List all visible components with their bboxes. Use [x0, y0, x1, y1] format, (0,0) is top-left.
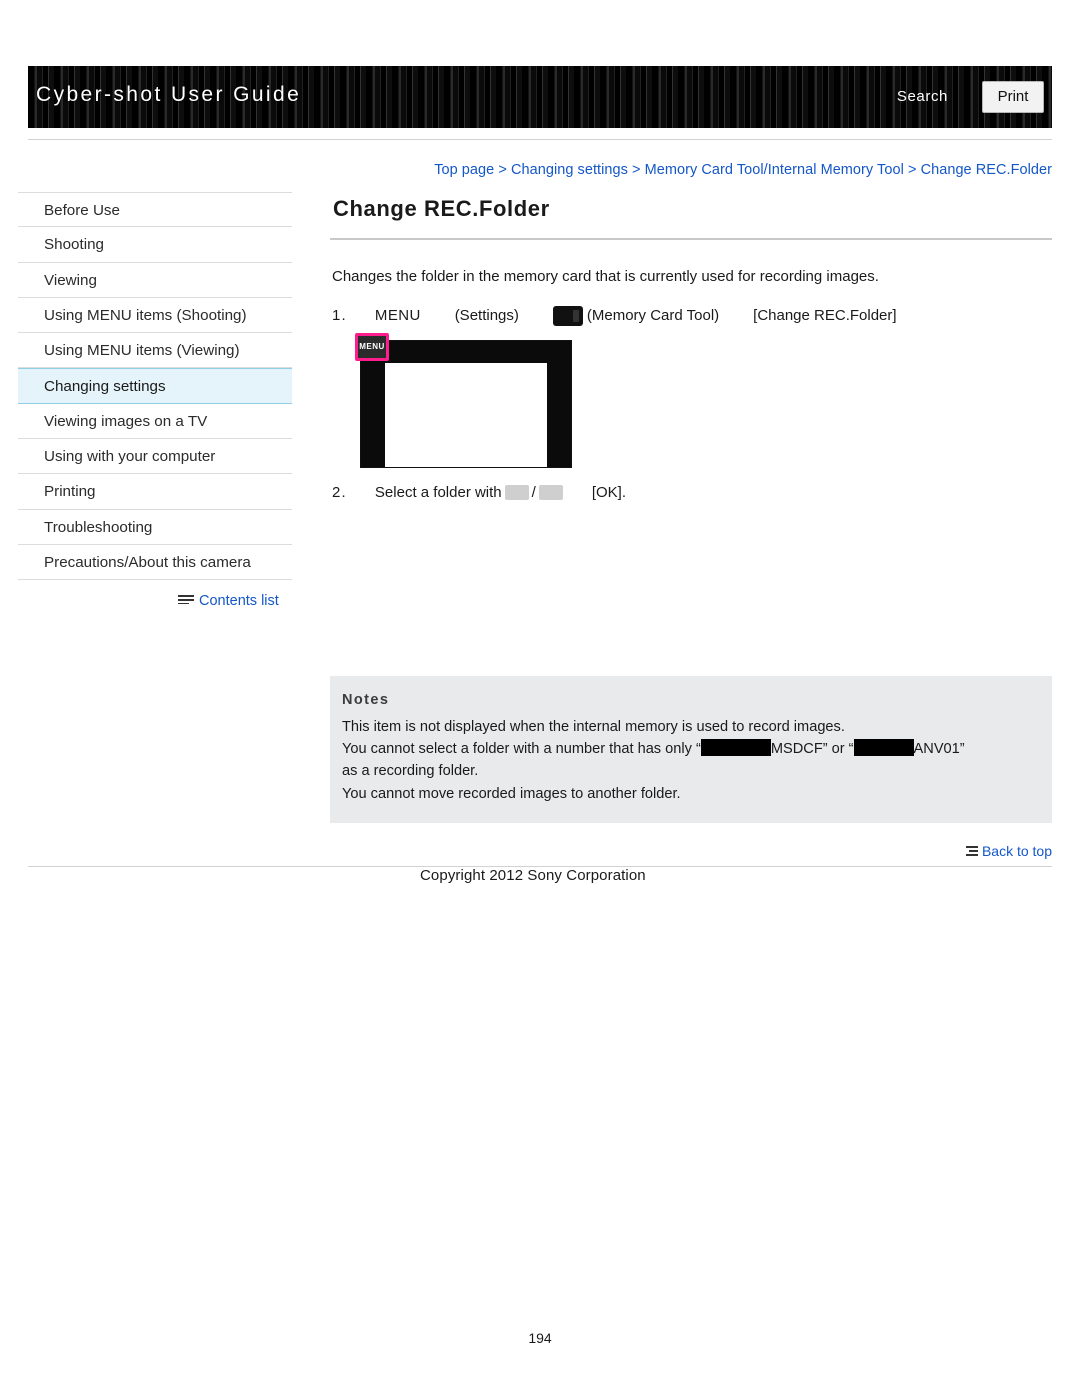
sidebar-item-using-with-your-computer[interactable]: Using with your computer [18, 439, 292, 475]
copyright-text: Copyright 2012 Sony Corporation [420, 867, 646, 884]
sidebar-item-printing[interactable]: Printing [18, 474, 292, 510]
step-2-number: 2. [332, 483, 347, 501]
breadcrumb-separator: > [632, 162, 641, 178]
header-divider [28, 139, 1052, 140]
sidebar-item-before-use[interactable]: Before Use [18, 192, 292, 228]
breadcrumb-separator: > [907, 162, 917, 178]
screen-right-band [547, 340, 571, 467]
step-1-settings-label: (Settings) [454, 307, 519, 325]
screen-top-band [385, 340, 547, 363]
step-1: 1. MENU (Settings) (Memory Card Tool) [C… [330, 305, 1052, 326]
left-button-icon [504, 484, 529, 500]
step-2-separator: / [531, 483, 536, 501]
notes-line-redacted: You cannot select a folder with a number… [330, 738, 1052, 760]
step-2: 2. Select a folder with / [OK]. [330, 484, 1052, 501]
notes-redacted-prefix: You cannot select a folder with a number… [342, 741, 701, 758]
step-2-text-before: Select a folder with [374, 483, 502, 501]
intro-paragraph: Changes the folder in the memory card th… [332, 268, 879, 285]
breadcrumb: Top page > Changing settings > Memory Ca… [330, 162, 1052, 178]
app-title: Cyber-shot User Guide [36, 83, 302, 106]
page-title: Change REC.Folder [333, 196, 550, 221]
list-icon [178, 595, 194, 604]
sidebar-item-troubleshooting[interactable]: Troubleshooting [18, 510, 292, 545]
notes-box: Notes This item is not displayed when th… [330, 676, 1052, 823]
title-divider [330, 238, 1052, 240]
back-to-top-label: Back to top [981, 843, 1052, 859]
page-number: 194 [528, 1330, 552, 1346]
notes-redacted-suffix: ANV01” [913, 741, 965, 758]
notes-line-3: You cannot move recorded images to anoth… [342, 785, 681, 802]
back-to-top-link[interactable]: Back to top [965, 843, 1052, 859]
back-to-top-icon [965, 846, 978, 856]
camera-screen-illustration: MENU [355, 332, 572, 468]
app-header: Cyber-shot User Guide Search Print [28, 66, 1052, 128]
notes-line-1: This item is not displayed when the inte… [342, 719, 845, 735]
sidebar-nav: Before Use Shooting Viewing Using MENU i… [18, 192, 292, 581]
main-content: Change REC.Folder Changes the folder in … [330, 196, 1052, 501]
sidebar-item-viewing-images-on-a-tv[interactable]: Viewing images on a TV [18, 404, 292, 440]
step-1-memory-card-tool-label: (Memory Card Tool) [586, 307, 720, 325]
breadcrumb-item-change-rec-folder[interactable]: Change REC.Folder [921, 162, 1052, 178]
step-1-target-label: [Change REC.Folder] [753, 307, 897, 325]
sidebar-item-using-menu-items-shooting[interactable]: Using MENU items (Shooting) [18, 298, 292, 334]
notes-line-2: as a recording folder. [342, 763, 479, 780]
print-button[interactable]: Print [982, 81, 1044, 113]
sidebar-item-shooting[interactable]: Shooting [18, 227, 292, 263]
contents-list-link[interactable]: Contents list [178, 593, 279, 609]
step-1-number: 1. [332, 307, 347, 325]
redaction-block [853, 739, 914, 757]
breadcrumb-item-top-page[interactable]: Top page [434, 162, 494, 178]
sidebar-item-precautions-about-this-camera[interactable]: Precautions/About this camera [18, 545, 292, 581]
sidebar-item-changing-settings[interactable]: Changing settings [18, 368, 292, 404]
redaction-block [700, 739, 771, 757]
right-button-icon [538, 484, 563, 500]
menu-button-icon: MENU [355, 332, 389, 361]
contents-list-label: Contents list [199, 593, 279, 609]
sidebar-item-using-menu-items-viewing[interactable]: Using MENU items (Viewing) [18, 333, 292, 369]
breadcrumb-separator: > [498, 162, 507, 178]
breadcrumb-item-memory-card-tool[interactable]: Memory Card Tool/Internal Memory Tool [645, 162, 904, 178]
sidebar-item-viewing[interactable]: Viewing [18, 263, 292, 298]
breadcrumb-item-changing-settings[interactable]: Changing settings [511, 162, 628, 178]
notes-title: Notes [342, 692, 390, 708]
memory-card-icon [552, 305, 583, 326]
step-2-text-after: [OK]. [591, 483, 627, 501]
search-button[interactable]: Search [897, 88, 948, 105]
step-1-menu-label: MENU [374, 307, 421, 325]
notes-redacted-mid: MSDCF” or “ [770, 741, 854, 758]
